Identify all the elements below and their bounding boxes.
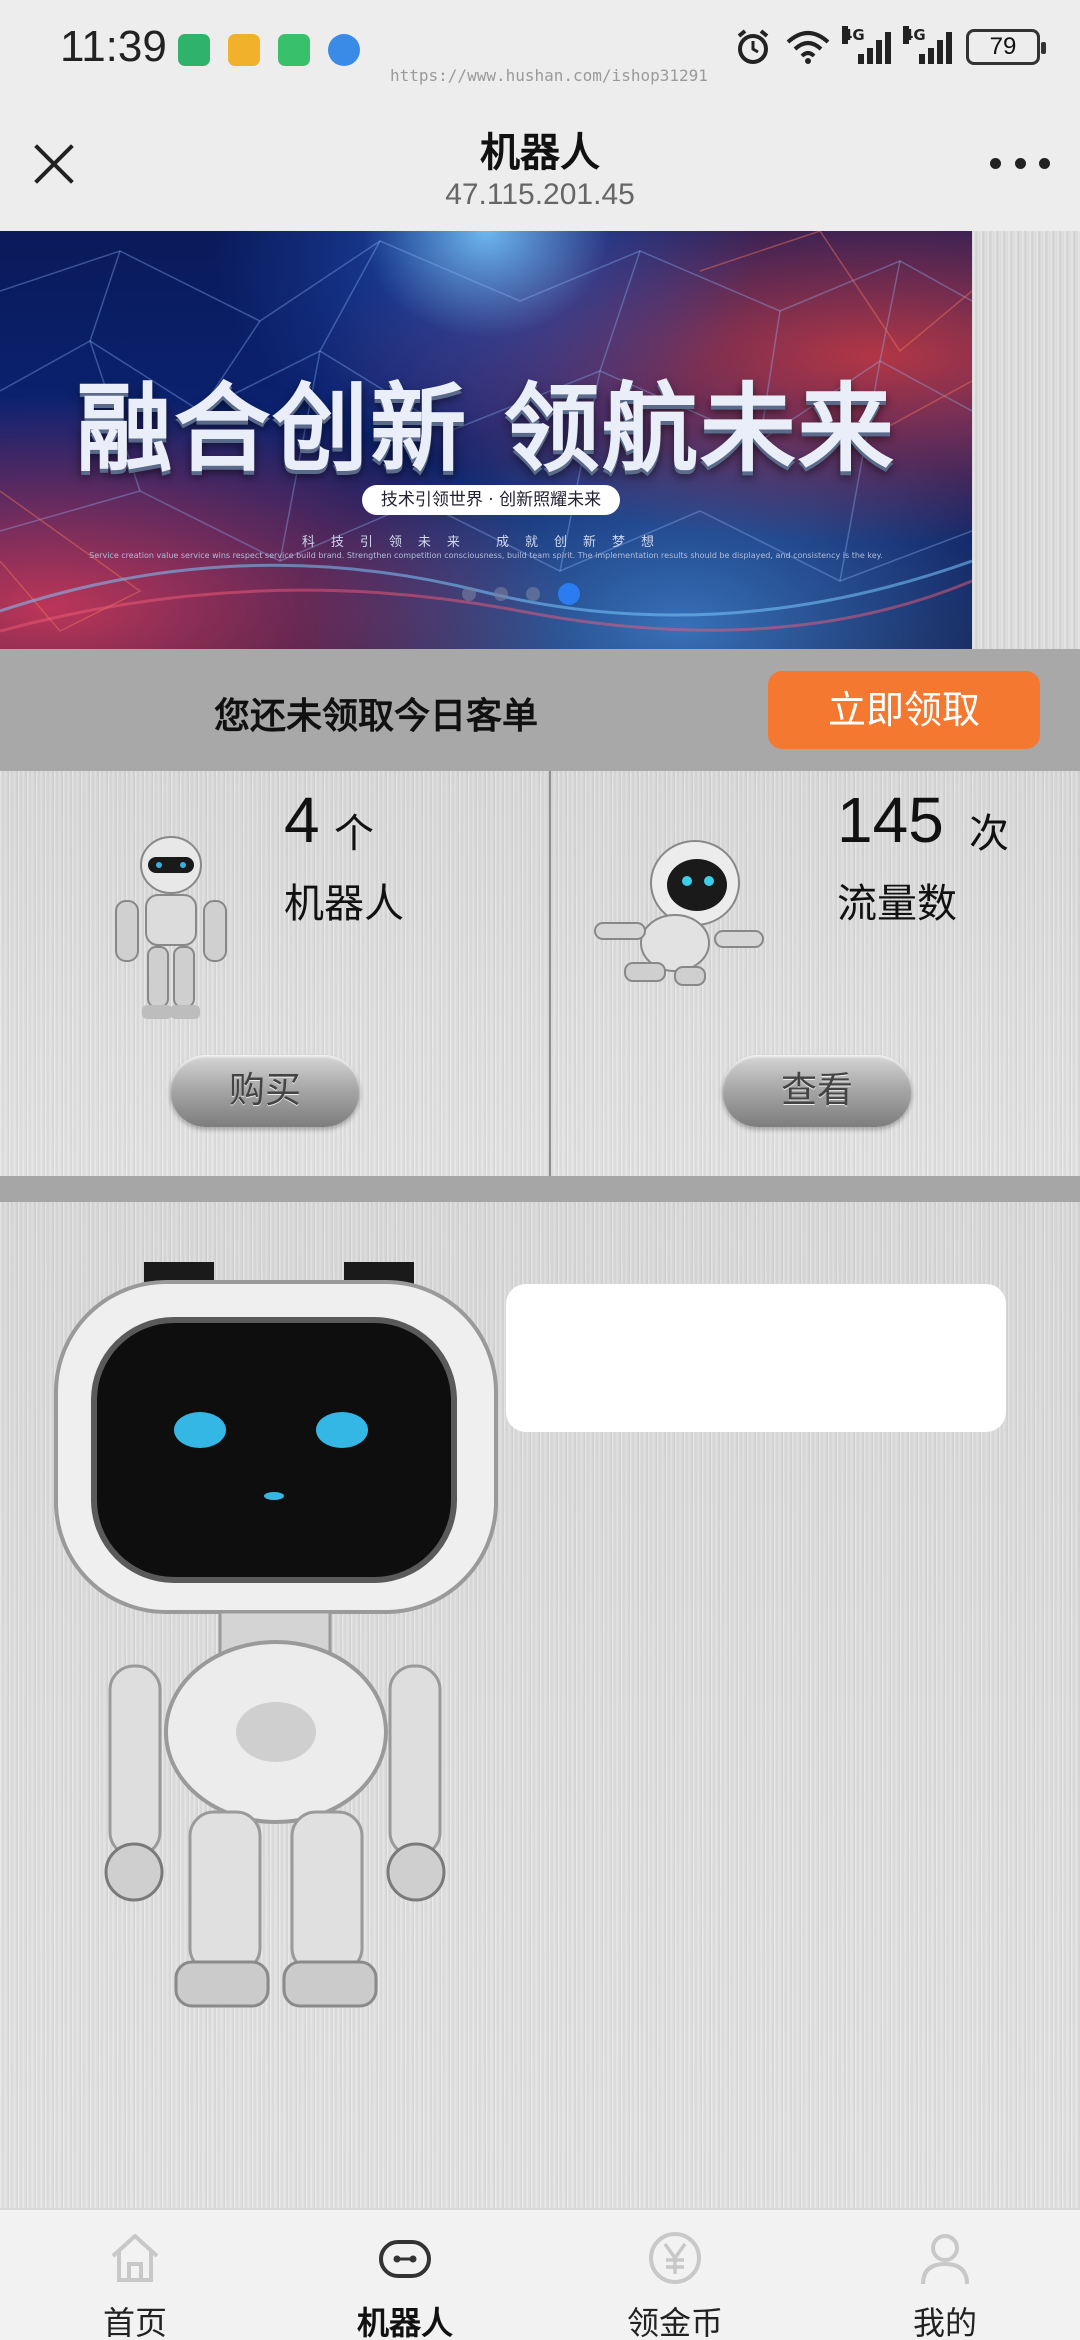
claim-message: 您还未领取今日客单: [214, 696, 539, 737]
section-divider: [0, 1176, 1080, 1202]
message-card: [506, 1284, 1006, 1432]
nav-item-coins[interactable]: 领金币: [540, 2210, 810, 2340]
traffic-count-value: 145: [837, 784, 944, 856]
status-time: 11:39: [60, 22, 167, 71]
pagination-dot[interactable]: [462, 587, 476, 601]
robot-count-value: 4: [284, 784, 320, 856]
traffic-count-unit: 次: [969, 811, 1009, 857]
banner-subtext: 科技引领未来 成就创新梦想: [301, 535, 671, 550]
claim-now-button[interactable]: 立即领取: [768, 671, 1040, 749]
nav-label-home: 首页: [102, 2304, 167, 2340]
page-title: 机器人: [480, 130, 600, 176]
robot-showcase: [0, 1202, 1080, 2208]
robot-count-label: 机器人: [284, 881, 404, 927]
traffic-count-label: 流量数: [837, 881, 957, 927]
iqiyi-app-icon: [278, 34, 310, 66]
home-icon: [111, 2234, 159, 2282]
nav-label-coins: 领金币: [626, 2304, 723, 2340]
robot-flying-icon: [594, 840, 764, 986]
hourglass-app-icon: [178, 34, 210, 66]
wifi-icon: [786, 31, 830, 64]
alarm-icon: [737, 29, 769, 64]
buy-button[interactable]: 购买: [170, 1055, 360, 1127]
nav-item-me[interactable]: 我的: [810, 2210, 1080, 2340]
status-bar: 11:39 https://www.hushan.com/ishop31291 …: [0, 0, 1080, 100]
promo-banner[interactable]: 融合创新 领航未来 技术引领世界 · 创新照耀未来 科技引领未来 成就创新梦想 …: [0, 231, 972, 649]
cell-signal-2-icon: 4G: [903, 26, 952, 64]
page-url: 47.115.201.45: [445, 178, 635, 211]
daily-claim-bar: 您还未领取今日客单 立即领取: [0, 649, 1080, 771]
banner-next-slide-peek: [972, 231, 1080, 649]
url-watermark: https://www.hushan.com/ishop31291: [390, 66, 708, 85]
more-options-icon[interactable]: [990, 148, 1050, 178]
banner-pagination: [462, 583, 580, 605]
robot-count-card: 4 个 机器人 购买: [0, 771, 551, 1176]
view-button[interactable]: 查看: [722, 1055, 912, 1127]
pagination-dot-active[interactable]: [558, 583, 580, 605]
status-app-icons: [178, 34, 360, 66]
title-bar: 机器人 47.115.201.45: [0, 100, 1080, 230]
banner-tagline: 技术引领世界 · 创新照耀未来: [362, 485, 620, 515]
robot-standing-icon: [115, 836, 227, 1019]
banner-fineprint: Service creation value service wins resp…: [89, 551, 883, 560]
robot-mascot-image[interactable]: [40, 1262, 510, 2022]
nav-item-home[interactable]: 首页: [0, 2210, 270, 2340]
robot-count-unit: 个: [334, 811, 374, 857]
nav-item-robot[interactable]: 机器人: [270, 2210, 540, 2340]
cell-signal-1-icon: 4G: [842, 26, 891, 64]
pagination-dot[interactable]: [526, 587, 540, 601]
nav-label-me: 我的: [912, 2304, 977, 2340]
browser-app-icon: [328, 34, 360, 66]
traffic-count-card: 145 次 流量数 查看: [551, 771, 1080, 1176]
user-icon: [921, 2234, 969, 2285]
bottom-navigation: 首页 机器人 领金币 我的: [0, 2208, 1080, 2340]
stats-panel: 4 个 机器人 购买 145 次 流量数 查看: [0, 771, 1080, 1176]
pagination-dot[interactable]: [494, 587, 508, 601]
banner-headline: 融合创新 领航未来: [76, 373, 896, 485]
coin-yen-icon: [649, 2232, 701, 2284]
mail-app-icon: [228, 34, 260, 66]
nav-label-robot: 机器人: [356, 2304, 453, 2340]
robot-icon: [379, 2240, 431, 2278]
status-indicators: 4G 4G 79: [734, 26, 1046, 66]
battery-icon: 79: [966, 29, 1046, 65]
